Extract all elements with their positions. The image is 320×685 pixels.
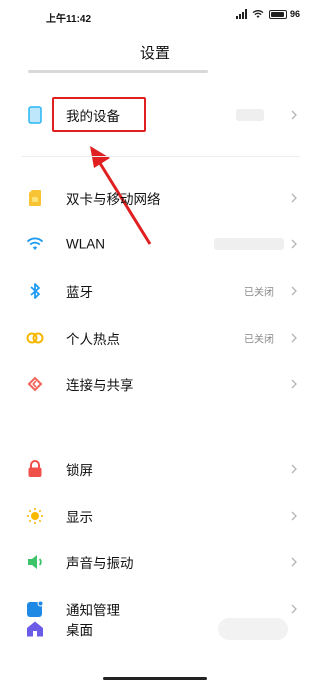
wifi-icon [26, 235, 44, 253]
status-icons: 96 [235, 9, 300, 19]
phone-icon [26, 106, 44, 124]
sun-icon [26, 507, 44, 525]
settings-item-label: 显示 [66, 510, 93, 525]
home-indicator[interactable] [103, 677, 207, 680]
settings-item-label: 双卡与移动网络 [66, 192, 161, 207]
chevron-right-icon [291, 557, 297, 567]
wifi-status-icon [252, 10, 264, 18]
battery-indicator: 96 [268, 9, 300, 19]
settings-item-dual-sim[interactable]: 双卡与移动网络 [0, 178, 310, 218]
redacted-value [236, 109, 264, 121]
page-title: 设置 [139, 45, 170, 62]
bluetooth-icon [26, 282, 44, 300]
redacted-value [214, 238, 284, 250]
home-icon [26, 620, 44, 638]
chevron-right-icon [291, 379, 297, 389]
partially-hidden-row [28, 64, 228, 76]
settings-item-bluetooth[interactable]: 蓝牙 已关闭 [0, 271, 310, 311]
chevron-right-icon [291, 110, 297, 120]
hotspot-icon [26, 329, 44, 347]
settings-item-display[interactable]: 显示 [0, 496, 310, 536]
settings-item-connection-sharing[interactable]: 连接与共享 [0, 364, 310, 404]
settings-item-label: WLAN [66, 236, 106, 252]
chevron-right-icon [291, 333, 297, 343]
settings-item-wlan[interactable]: WLAN [0, 224, 310, 264]
status-bar: 上午11:42 96 [0, 0, 310, 30]
lock-icon [26, 460, 44, 478]
settings-item-my-device[interactable]: 我的设备 [0, 95, 310, 135]
section-divider [22, 156, 300, 157]
settings-item-label: 连接与共享 [66, 378, 134, 393]
sim-card-icon [26, 189, 44, 207]
chevron-right-icon [291, 239, 297, 249]
settings-item-lock-screen[interactable]: 锁屏 [0, 449, 310, 489]
settings-item-value: 已关闭 [244, 334, 274, 346]
settings-item-label: 锁屏 [66, 463, 93, 478]
battery-level: 96 [289, 9, 300, 19]
share-icon [26, 375, 44, 393]
cellular-signal-icon [235, 9, 247, 19]
highlight-box [52, 97, 146, 132]
battery-icon [268, 9, 287, 19]
chevron-right-icon [291, 286, 297, 296]
settings-item-hotspot[interactable]: 个人热点 已关闭 [0, 318, 310, 358]
redacted-area [218, 618, 288, 640]
settings-item-value: 已关闭 [244, 287, 274, 299]
settings-item-label: 个人热点 [66, 332, 120, 347]
settings-item-label: 声音与振动 [66, 556, 134, 571]
speaker-icon [26, 553, 44, 571]
settings-item-label: 桌面 [66, 623, 93, 638]
chevron-right-icon [291, 511, 297, 521]
chevron-right-icon [291, 464, 297, 474]
status-time: 上午11:42 [46, 14, 92, 25]
chevron-right-icon [291, 193, 297, 203]
settings-item-sound[interactable]: 声音与振动 [0, 542, 310, 582]
settings-item-label: 蓝牙 [66, 285, 93, 300]
